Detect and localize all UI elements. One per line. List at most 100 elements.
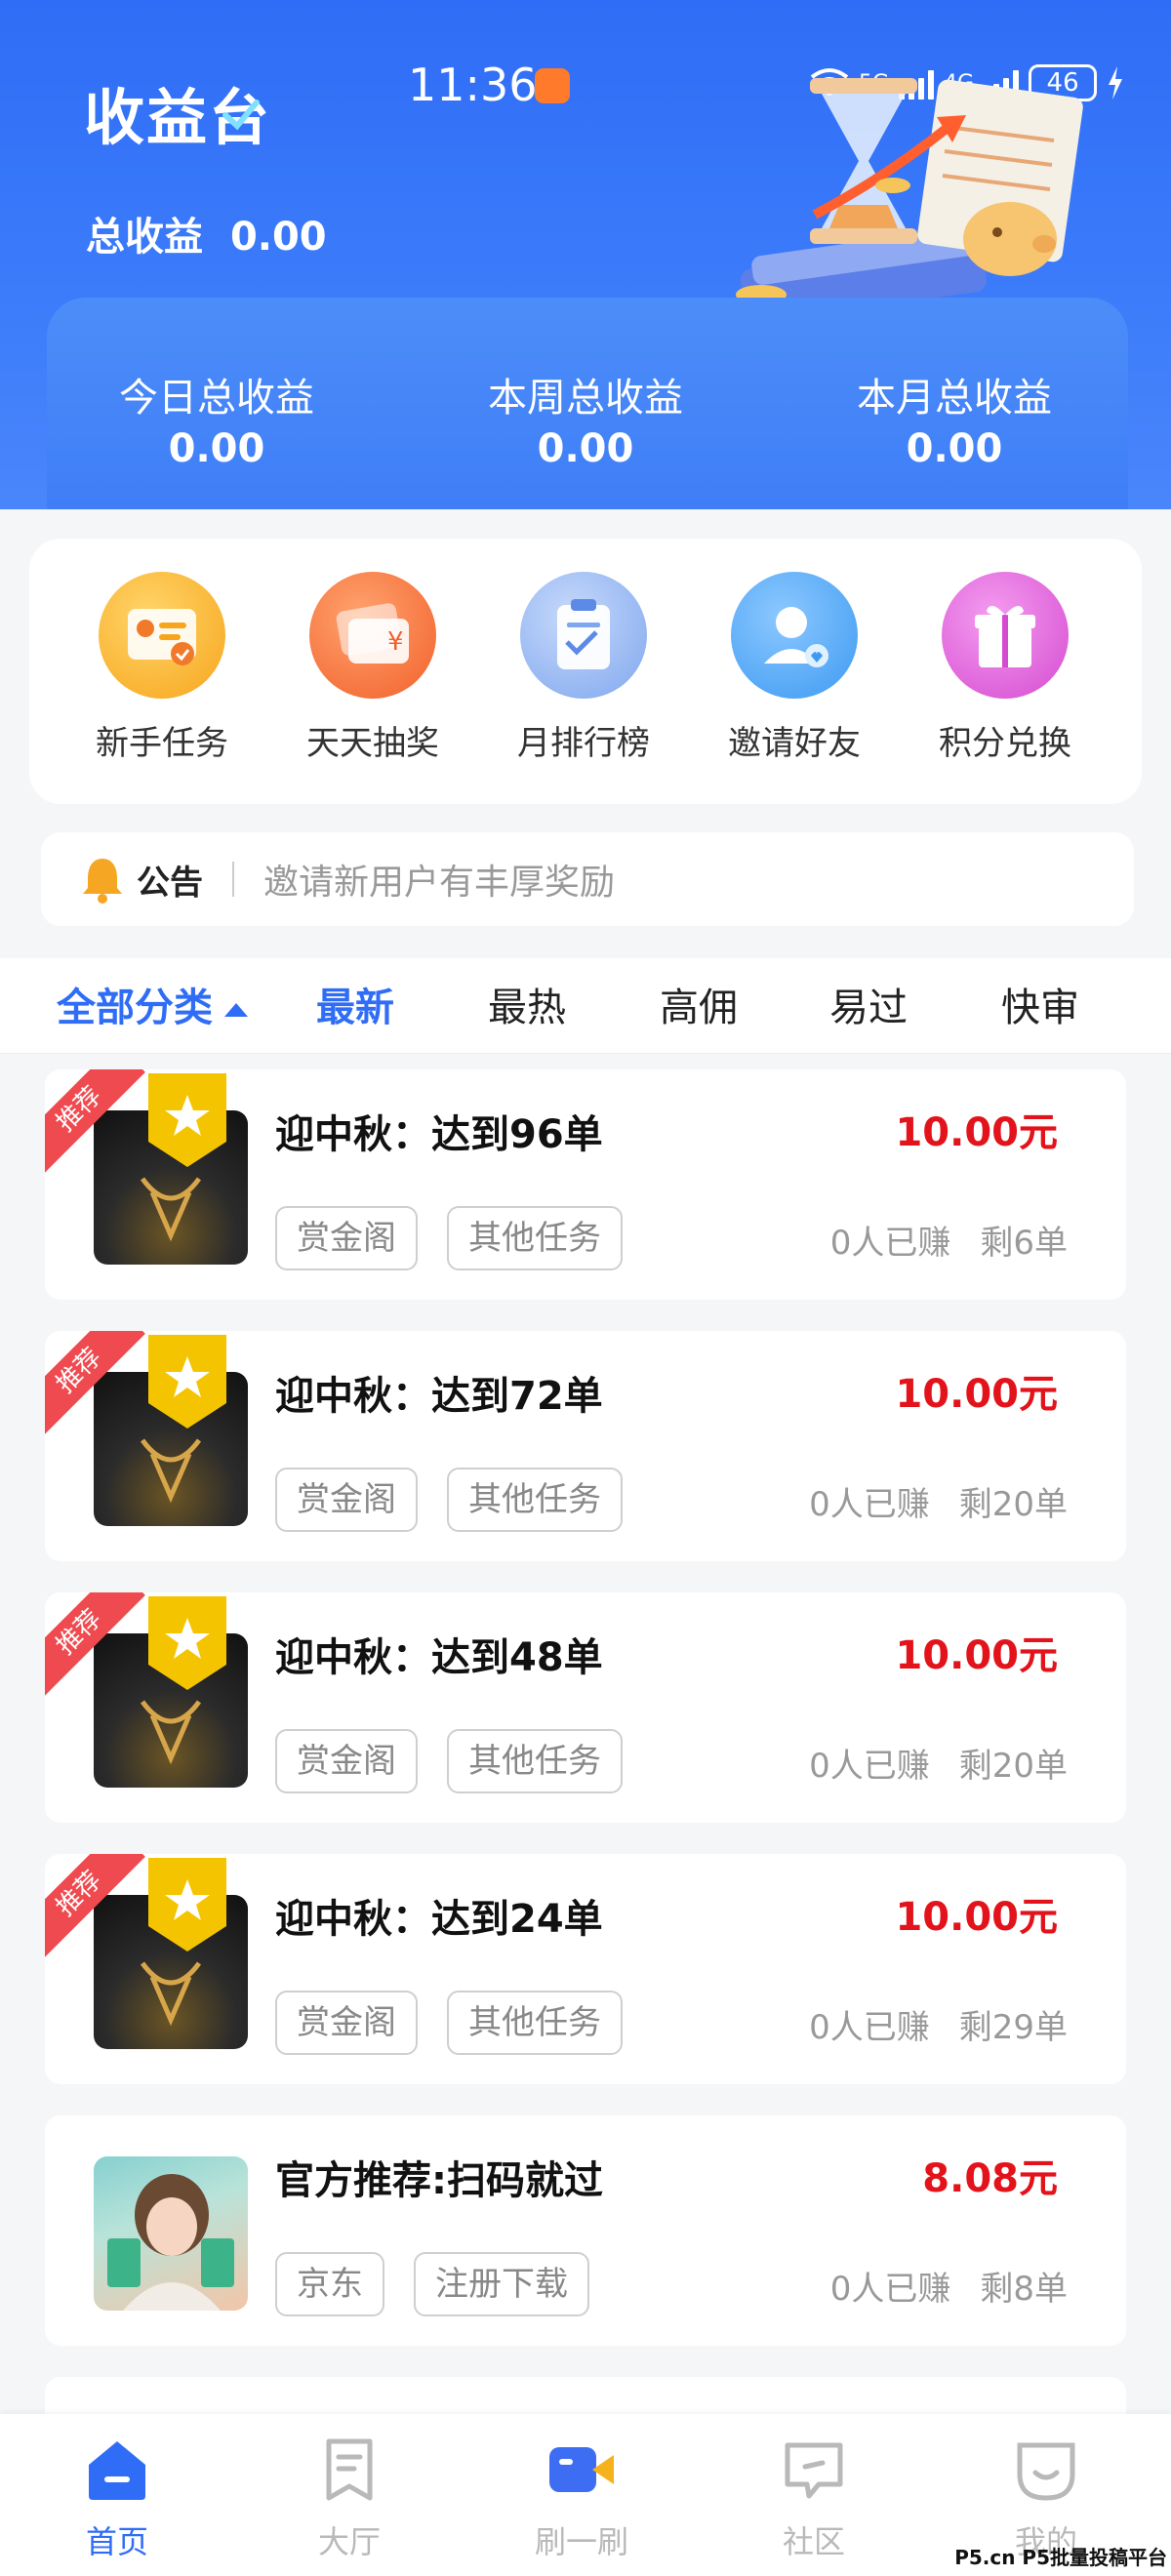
task-earned-count: 0人已赚 xyxy=(829,2270,951,2309)
task-remaining: 剩20单 xyxy=(958,1485,1068,1524)
quick-action-label: 新手任务 xyxy=(96,724,228,763)
charging-icon xyxy=(1109,66,1123,100)
task-remaining: 剩6单 xyxy=(980,1224,1068,1263)
task-stats: 0人已赚 剩8单 xyxy=(830,2262,1068,2310)
status-time: 11:36 xyxy=(408,59,538,111)
quick-action-daily-lottery[interactable]: ¥ 天天抽奖 xyxy=(275,572,470,764)
week-earnings: 本周总收益 0.00 xyxy=(439,366,732,471)
task-remaining: 剩20单 xyxy=(958,1747,1068,1786)
task-tag: 其他任务 xyxy=(447,1468,623,1532)
task-reward: 10.00元 xyxy=(895,1110,1058,1155)
announcement-bar[interactable]: 公告 邀请新用户有丰厚奖励 xyxy=(41,832,1134,926)
announcement-title: 公告 xyxy=(137,863,203,903)
task-earned-count: 0人已赚 xyxy=(809,1485,930,1524)
tab-latest[interactable]: 最新 xyxy=(316,976,394,1032)
week-earnings-label: 本周总收益 xyxy=(488,376,683,421)
earnings-header: 收益台 11:36 5G 4G 46 总收益 0.00 xyxy=(0,0,1171,509)
task-tags: 赏金阁 其他任务 xyxy=(275,1206,623,1270)
task-reward: 8.08元 xyxy=(922,2156,1058,2201)
task-card-icon xyxy=(99,572,225,699)
task-tag: 京东 xyxy=(275,2252,384,2316)
week-earnings-value: 0.00 xyxy=(537,426,634,471)
today-earnings-value: 0.00 xyxy=(168,426,265,471)
task-card[interactable]: 推荐 迎中秋：达到24单 10.00元 赏金阁 其他任务 0人已赚 剩29单 xyxy=(45,1854,1126,2084)
chat-bubble-icon xyxy=(785,2442,843,2499)
task-tags: 赏金阁 其他任务 xyxy=(275,1729,623,1793)
video-camera-icon xyxy=(549,2447,614,2492)
lottery-card-icon: ¥ xyxy=(309,572,436,699)
task-tags: 赏金阁 其他任务 xyxy=(275,1991,623,2055)
nav-label: 首页 xyxy=(85,2523,148,2560)
check-icon xyxy=(222,100,260,131)
tab-fast-review[interactable]: 快审 xyxy=(1001,976,1079,1032)
bell-icon xyxy=(83,859,122,904)
quick-action-points-exchange[interactable]: 积分兑换 xyxy=(908,572,1103,764)
star-badge-icon xyxy=(148,1858,226,1952)
nav-community[interactable]: 社区 xyxy=(716,2435,911,2562)
task-card[interactable]: 官方推荐:扫码就过 8.08元 京东 注册下载 0人已赚 剩8单 xyxy=(45,2115,1126,2346)
task-remaining: 剩29单 xyxy=(958,2008,1068,2047)
task-reward: 10.00元 xyxy=(895,1372,1058,1417)
task-card[interactable]: 推荐 迎中秋：达到96单 10.00元 赏金阁 其他任务 0人已赚 剩6单 xyxy=(45,1069,1126,1300)
task-tag: 赏金阁 xyxy=(275,1468,418,1532)
task-stats: 0人已赚 剩29单 xyxy=(809,2000,1068,2048)
task-tag: 注册下载 xyxy=(414,2252,589,2316)
task-tags: 京东 注册下载 xyxy=(275,2252,589,2316)
nav-swipe[interactable]: 刷一刷 xyxy=(484,2435,679,2562)
tab-easy-pass[interactable]: 易过 xyxy=(829,976,908,1032)
task-title: 官方推荐:扫码就过 xyxy=(275,2158,603,2203)
total-earnings-label: 总收益 xyxy=(86,215,203,260)
total-earnings-value: 0.00 xyxy=(229,215,327,260)
task-tag: 赏金阁 xyxy=(275,1206,418,1270)
task-earned-count: 0人已赚 xyxy=(809,2008,930,2047)
task-title: 迎中秋：达到48单 xyxy=(275,1635,603,1680)
star-badge-icon xyxy=(148,1335,226,1429)
home-icon xyxy=(89,2441,145,2500)
task-tag: 赏金阁 xyxy=(275,1991,418,2055)
month-earnings: 本月总收益 0.00 xyxy=(808,366,1101,471)
task-earned-count: 0人已赚 xyxy=(829,1224,951,1263)
tab-hottest[interactable]: 最热 xyxy=(488,976,566,1032)
total-earnings: 总收益 0.00 xyxy=(86,205,327,262)
task-stats: 0人已赚 剩20单 xyxy=(809,1739,1068,1787)
quick-action-monthly-ranking[interactable]: 月排行榜 xyxy=(486,572,681,764)
task-remaining: 剩8单 xyxy=(980,2270,1068,2309)
task-reward: 10.00元 xyxy=(895,1633,1058,1678)
bottom-navigation: 首页 大厅 刷一刷 社区 我的 P5.cn P5批量投稿平台 xyxy=(0,2414,1171,2576)
task-title: 迎中秋：达到72单 xyxy=(275,1374,603,1419)
earnings-summary-card: 今日总收益 0.00 本周总收益 0.00 本月总收益 0.00 xyxy=(47,298,1128,509)
svg-text:¥: ¥ xyxy=(387,627,404,657)
announcement-message: 邀请新用户有丰厚奖励 xyxy=(263,863,616,903)
quick-action-newbie-task[interactable]: 新手任务 xyxy=(64,572,260,764)
star-badge-icon xyxy=(148,1596,226,1690)
task-stats: 0人已赚 剩6单 xyxy=(830,1216,1068,1264)
nav-label: 刷一刷 xyxy=(534,2523,628,2560)
quick-actions: 新手任务 ¥ 天天抽奖 月排行榜 邀请好友 积分兑换 xyxy=(29,539,1142,804)
tab-all-categories[interactable]: 全部分类 xyxy=(57,976,248,1032)
app-screen: 收益台 11:36 5G 4G 46 总收益 0.00 xyxy=(0,0,1171,2576)
task-tag: 赏金阁 xyxy=(275,1729,418,1793)
nav-hall[interactable]: 大厅 xyxy=(252,2435,447,2562)
gift-icon xyxy=(942,572,1069,699)
today-earnings-label: 今日总收益 xyxy=(119,376,314,421)
quick-action-label: 天天抽奖 xyxy=(306,724,439,763)
watermark-text: P5.cn P5批量投稿平台 xyxy=(954,2546,1167,2569)
task-tag: 其他任务 xyxy=(447,1206,623,1270)
month-earnings-label: 本月总收益 xyxy=(857,376,1052,421)
smile-face-icon xyxy=(1017,2442,1075,2501)
category-tabs: 全部分类 最新 最热 高佣 易过 快审 xyxy=(0,958,1171,1054)
caret-up-icon xyxy=(224,1003,248,1017)
task-tags: 赏金阁 其他任务 xyxy=(275,1468,623,1532)
task-stats: 0人已赚 剩20单 xyxy=(809,1477,1068,1525)
star-badge-icon xyxy=(148,1073,226,1167)
tab-high-commission[interactable]: 高佣 xyxy=(660,976,738,1032)
task-thumbnail-photo xyxy=(94,2156,248,2311)
quick-action-invite-friends[interactable]: 邀请好友 xyxy=(697,572,892,764)
task-card[interactable]: 推荐 迎中秋：达到72单 10.00元 赏金阁 其他任务 0人已赚 剩20单 xyxy=(45,1331,1126,1561)
quick-action-label: 邀请好友 xyxy=(728,724,861,763)
nav-label: 大厅 xyxy=(317,2523,381,2560)
task-card[interactable]: 推荐 迎中秋：达到48单 10.00元 赏金阁 其他任务 0人已赚 剩20单 xyxy=(45,1592,1126,1823)
task-title: 迎中秋：达到96单 xyxy=(275,1112,603,1157)
bookmark-hall-icon xyxy=(326,2438,373,2501)
nav-home[interactable]: 首页 xyxy=(20,2435,215,2562)
